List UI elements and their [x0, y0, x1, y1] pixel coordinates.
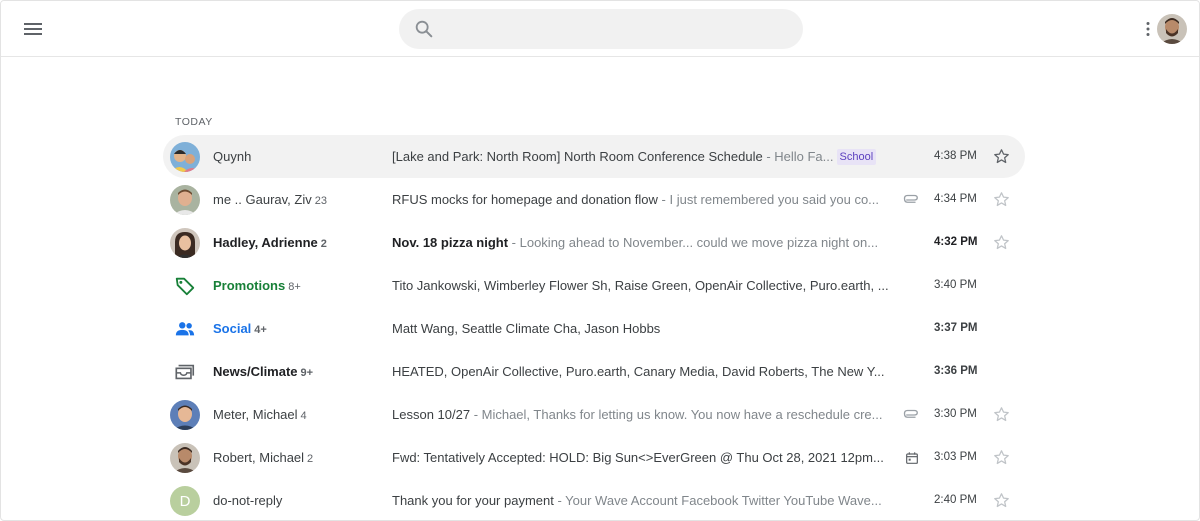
- thread-preview: Nov. 18 pizza night - Looking ahead to N…: [392, 221, 896, 264]
- thread-time: 3:30 PM: [934, 408, 977, 420]
- avatar-letter: D: [179, 492, 191, 510]
- bundle-label: Social 4+: [213, 321, 267, 336]
- thread-count: 2: [320, 238, 327, 250]
- thread-subject: Thank you for your payment: [392, 493, 554, 508]
- thread-row[interactable]: Meter, Michael 4 Lesson 10/27 - Michael, …: [163, 393, 1025, 436]
- thread-snippet: - I just remembered you said you co...: [657, 192, 880, 207]
- bundle-label: Promotions 8+: [213, 278, 301, 293]
- calendar-icon: [906, 452, 918, 464]
- thread-row[interactable]: Quynh [Lake and Park: North Room] North …: [163, 135, 1025, 178]
- search-icon[interactable]: [413, 18, 435, 40]
- bundle-count: 8+: [288, 281, 301, 293]
- people-icon: [175, 322, 195, 336]
- thread-time: 3:36 PM: [934, 365, 978, 377]
- thread-row[interactable]: Hadley, Adrienne 2 Nov. 18 pizza night - …: [163, 221, 1025, 264]
- thread-subject: Lesson 10/27: [392, 407, 471, 422]
- bundle-count: 9+: [300, 367, 314, 379]
- search-input[interactable]: [445, 9, 785, 49]
- main-menu-button[interactable]: [19, 15, 47, 43]
- label-chip[interactable]: School: [836, 149, 877, 165]
- thread-sender: me .. Gaurav, Ziv 23: [213, 192, 327, 207]
- sender-avatar: [170, 228, 200, 258]
- thread-count: 23: [314, 195, 327, 207]
- bundle-row-promotions[interactable]: Promotions 8+ Tito Jankowski, Wimberley F…: [163, 264, 1025, 307]
- bundle-icon-wrapper: [170, 357, 200, 387]
- sender-avatar: [170, 142, 200, 172]
- more-options-button[interactable]: [1140, 17, 1156, 41]
- thread-snippet: - Your Wave Account Facebook Twitter You…: [553, 493, 882, 508]
- thread-subject: Fwd: Tentatively Accepted: HOLD: Big Sun…: [392, 450, 884, 465]
- thread-preview: RFUS mocks for homepage and donation flo…: [392, 178, 896, 221]
- sender-avatar: D: [170, 486, 200, 516]
- thread-time: 2:40 PM: [934, 494, 977, 506]
- bundle-row-news-climate[interactable]: News/Climate 9+ HEATED, OpenAir Collectiv…: [163, 350, 1025, 393]
- account-avatar[interactable]: [1157, 14, 1187, 44]
- star-icon[interactable]: [992, 147, 1011, 166]
- star-icon[interactable]: [992, 190, 1011, 209]
- search-bar[interactable]: [399, 9, 803, 49]
- paperclip-icon: [903, 409, 918, 418]
- thread-row[interactable]: Robert, Michael 2 Fwd: Tentatively Accept…: [163, 436, 1025, 479]
- vertical-dots-icon: [1146, 22, 1150, 36]
- section-label-today: TODAY: [175, 116, 213, 128]
- thread-preview: [Lake and Park: North Room] North Room C…: [392, 135, 896, 178]
- thread-preview: Fwd: Tentatively Accepted: HOLD: Big Sun…: [392, 436, 896, 479]
- sender-avatar: [170, 185, 200, 215]
- thread-snippet: - Michael, Thanks for letting us know. Y…: [470, 407, 883, 422]
- star-icon[interactable]: [992, 448, 1011, 467]
- star-icon[interactable]: [992, 491, 1011, 510]
- tag-icon: [175, 277, 195, 296]
- thread-row[interactable]: me .. Gaurav, Ziv 23 RFUS mocks for homep…: [163, 178, 1025, 221]
- bundle-senders: Matt Wang, Seattle Climate Cha, Jason Ho…: [392, 321, 661, 336]
- thread-time: 3:03 PM: [934, 451, 977, 463]
- thread-count: 2: [307, 453, 314, 465]
- thread-subject: RFUS mocks for homepage and donation flo…: [392, 192, 658, 207]
- thread-sender: Hadley, Adrienne 2: [213, 235, 327, 250]
- thread-subject: [Lake and Park: North Room] North Room C…: [392, 149, 763, 164]
- thread-time: 3:40 PM: [934, 279, 977, 291]
- thread-time: 4:32 PM: [934, 236, 978, 248]
- thread-sender: Robert, Michael 2: [213, 450, 314, 465]
- thread-time: 3:37 PM: [934, 322, 978, 334]
- bundle-senders: Tito Jankowski, Wimberley Flower Sh, Rai…: [392, 278, 889, 293]
- bundle-count: 4+: [254, 324, 267, 336]
- thread-sender: do-not-reply: [213, 493, 283, 508]
- star-icon[interactable]: [992, 405, 1011, 424]
- bundle-icon-wrapper: [170, 314, 200, 344]
- mail-stack-icon: [175, 364, 195, 380]
- paperclip-icon: [903, 194, 918, 203]
- star-icon[interactable]: [992, 233, 1011, 252]
- sender-avatar: [170, 443, 200, 473]
- inbox-window: TODAY Quynh [Lake and Park: North Room] …: [0, 0, 1200, 521]
- bundle-icon-wrapper: [170, 271, 200, 301]
- bundle-senders: HEATED, OpenAir Collective, Puro.earth, …: [392, 364, 885, 379]
- thread-list: Quynh [Lake and Park: North Room] North …: [163, 135, 1025, 520]
- bundle-row-social[interactable]: Social 4+ Matt Wang, Seattle Climate Cha,…: [163, 307, 1025, 350]
- thread-count: 4: [300, 410, 307, 422]
- hamburger-menu-icon: [24, 23, 42, 35]
- thread-sender: Meter, Michael 4: [213, 407, 307, 422]
- thread-time: 4:34 PM: [934, 193, 977, 205]
- thread-sender: Quynh: [213, 149, 252, 164]
- thread-snippet: - Looking ahead to November... could we …: [508, 235, 879, 250]
- thread-time: 4:38 PM: [934, 150, 977, 162]
- thread-preview: Lesson 10/27 - Michael, Thanks for letti…: [392, 393, 896, 436]
- bundle-label: News/Climate 9+: [213, 364, 314, 379]
- sender-avatar: [170, 400, 200, 430]
- thread-snippet: - Hello Fa...: [762, 149, 834, 164]
- thread-preview: Thank you for your payment - Your Wave A…: [392, 479, 896, 520]
- thread-subject: Nov. 18 pizza night: [392, 235, 509, 250]
- top-bar: [1, 1, 1199, 57]
- thread-row[interactable]: D do-not-reply Thank you for your paymen…: [163, 479, 1025, 520]
